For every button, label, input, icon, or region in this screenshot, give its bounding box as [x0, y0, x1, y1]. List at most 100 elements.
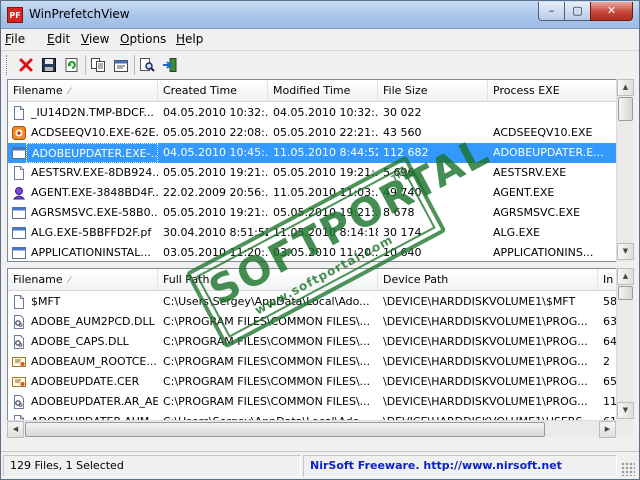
- cell-filename: ACDSEEQV10.EXE-62E...: [31, 126, 158, 139]
- column-label: Created Time: [163, 84, 237, 97]
- menu-help[interactable]: Help: [176, 32, 203, 46]
- cell-device-path: \DEVICE\HARDDISKVOLUME1\PROG...: [383, 355, 588, 368]
- scroll-left-arrow[interactable]: ◀: [7, 421, 24, 438]
- table-row[interactable]: _IU14D2N.TMP-BDCF... 04.05.2010 10:32:...…: [8, 103, 616, 123]
- window-title: WinPrefetchView: [29, 7, 130, 21]
- cell-file-size: 10 640: [383, 246, 422, 259]
- cell-process-exe: AESTSRV.EXE: [493, 166, 567, 179]
- table-row[interactable]: ALG.EXE-5BBFFD2F.pf 30.04.2010 8:51:52 11.…: [8, 223, 616, 243]
- bottom-list-scrollbar[interactable]: ▲ ▼: [616, 268, 634, 420]
- menu-options[interactable]: Options: [120, 32, 166, 46]
- delete-button[interactable]: [15, 54, 37, 76]
- column-header-full-path[interactable]: Full Path: [158, 269, 378, 291]
- cell-process-exe: AGRSMSVC.EXE: [493, 206, 581, 219]
- cell-file-size: 30 174: [383, 226, 422, 239]
- column-label: Filename: [13, 84, 63, 97]
- cell-filename: AESTSRV.EXE-8DB924...: [31, 166, 158, 179]
- column-header-process-exe[interactable]: Process EXE: [488, 80, 616, 102]
- cell-file-size: 30 022: [383, 106, 422, 119]
- floppy-disk-icon: [42, 58, 56, 72]
- cell-file-size: 49 740: [383, 186, 422, 199]
- column-header-in[interactable]: In: [598, 269, 616, 291]
- cell-filename: ALG.EXE-5BBFFD2F.pf: [31, 226, 152, 239]
- menu-bar: File Edit View Options Help: [1, 29, 639, 49]
- column-label: Full Path: [163, 273, 210, 286]
- properties-button[interactable]: [110, 54, 132, 76]
- table-row[interactable]: AGRSMSVC.EXE-58B0... 05.05.2010 19:21:...…: [8, 203, 616, 223]
- cell-file-size: 8 678: [383, 206, 415, 219]
- column-header-created-time[interactable]: Created Time: [158, 80, 268, 102]
- scroll-corner: [616, 420, 633, 437]
- prefetch-files-list[interactable]: Filename ⁄ Created Time Modified Time File S…: [7, 79, 617, 262]
- scroll-thumb[interactable]: [618, 286, 633, 300]
- scroll-down-arrow[interactable]: ▼: [617, 402, 634, 419]
- cell-full-path: C:\PROGRAM FILES\COMMON FILES\...: [163, 395, 371, 408]
- top-list-scrollbar[interactable]: ▲ ▼: [616, 79, 634, 262]
- app-icon: [12, 226, 26, 240]
- table-row[interactable]: ADOBEAUM_ROOTCE... C:\PROGRAM FILES\COMMO…: [8, 352, 616, 372]
- nirsoft-link[interactable]: NirSoft Freeware. http://www.nirsoft.net: [310, 459, 562, 472]
- table-row[interactable]: ADOBEUPDATE.CER C:\PROGRAM FILES\COMMON F…: [8, 372, 616, 392]
- close-button[interactable]: ✕: [590, 2, 633, 21]
- table-row[interactable]: ADOBE_AUM2PCD.DLL C:\PROGRAM FILES\COMMON…: [8, 312, 616, 332]
- menu-view[interactable]: View: [81, 32, 109, 46]
- table-row[interactable]: ADOBE_CAPS.DLL C:\PROGRAM FILES\COMMON FI…: [8, 332, 616, 352]
- toolbar-separator: [85, 55, 86, 75]
- cell-filename: AGRSMSVC.EXE-58B0...: [31, 206, 158, 219]
- table-row[interactable]: APPLICATIONINSTAL... 03.05.2010 11:20:...…: [8, 243, 616, 261]
- scroll-right-arrow[interactable]: ▶: [599, 421, 616, 438]
- status-count: 129 Files, 1 Selected: [3, 455, 301, 477]
- toolbar-grip[interactable]: [6, 55, 9, 75]
- menu-label: ptions: [129, 32, 167, 46]
- refresh-button[interactable]: [61, 54, 83, 76]
- menu-file[interactable]: File: [5, 32, 25, 46]
- column-header-file-size[interactable]: File Size: [378, 80, 488, 102]
- file-icon: [12, 166, 26, 180]
- table-row[interactable]: ACDSEEQV10.EXE-62E... 05.05.2010 22:08:..…: [8, 123, 616, 143]
- column-label: Process EXE: [493, 84, 560, 97]
- minimize-button[interactable]: –: [538, 2, 565, 21]
- hscroll-thumb[interactable]: [25, 422, 545, 437]
- copy-icon: [91, 58, 105, 72]
- column-header-modified-time[interactable]: Modified Time: [268, 80, 378, 102]
- cell-created-time: 05.05.2010 19:21:...: [163, 166, 268, 179]
- bottom-list-hscrollbar[interactable]: ◀ ▶: [7, 420, 617, 438]
- menu-accel: H: [176, 32, 186, 46]
- save-button[interactable]: [38, 54, 60, 76]
- maximize-button[interactable]: ▢: [564, 2, 591, 21]
- find-button[interactable]: [136, 54, 158, 76]
- scroll-up-arrow[interactable]: ▲: [617, 79, 634, 96]
- cell-created-time: 04.05.2010 10:45:...: [163, 146, 268, 159]
- app-icon[interactable]: PF: [7, 7, 23, 23]
- pane-splitter[interactable]: [7, 263, 633, 267]
- column-header-filename[interactable]: Filename ⁄: [8, 269, 158, 291]
- cell-filename: ADOBEUPDATE.CER: [31, 375, 140, 388]
- dll-icon: [12, 335, 26, 349]
- cell-in: 2: [603, 355, 610, 368]
- cell-modified-time: 11.05.2010 11:03:...: [273, 186, 378, 199]
- menu-edit[interactable]: Edit: [47, 32, 70, 46]
- cell-filename: ADOBEUPDATER.EXE-...: [26, 143, 158, 163]
- table-row[interactable]: AESTSRV.EXE-8DB924... 05.05.2010 19:21:..…: [8, 163, 616, 183]
- cell-device-path: \DEVICE\HARDDISKVOLUME1\$MFT: [383, 295, 576, 308]
- scroll-thumb[interactable]: [618, 97, 633, 121]
- table-row[interactable]: ADOBEUPDATER.AR_AE C:\PROGRAM FILES\COMMO…: [8, 392, 616, 412]
- copy-button[interactable]: [87, 54, 109, 76]
- scroll-down-arrow[interactable]: ▼: [617, 243, 634, 260]
- table-row[interactable]: AGENT.EXE-3848BD4F... 22.02.2009 20:56:..…: [8, 183, 616, 203]
- cell-modified-time: 05.05.2010 19:21:...: [273, 206, 378, 219]
- cell-full-path: C:\PROGRAM FILES\COMMON FILES\...: [163, 375, 371, 388]
- exit-button[interactable]: [159, 54, 181, 76]
- title-bar[interactable]: PF WinPrefetchView – ▢ ✕: [1, 1, 639, 29]
- table-row[interactable]: $MFT C:\Users\Sergey\AppData\Local\Ado...…: [8, 292, 616, 312]
- resize-grip[interactable]: [621, 462, 635, 476]
- cell-device-path: \DEVICE\HARDDISKVOLUME1\PROG...: [383, 315, 588, 328]
- table-row[interactable]: ADOBEUPDATER.EXE-... 04.05.2010 10:45:...…: [8, 143, 616, 163]
- column-header-filename[interactable]: Filename ⁄: [8, 80, 158, 102]
- column-header-device-path[interactable]: Device Path: [378, 269, 598, 291]
- acdsee-icon: [12, 126, 26, 140]
- scroll-up-arrow[interactable]: ▲: [617, 268, 634, 285]
- cell-device-path: \DEVICE\HARDDISKVOLUME1\PROG...: [383, 375, 588, 388]
- referenced-files-list[interactable]: Filename ⁄ Full Path Device Path In $MFT C:\U…: [7, 268, 617, 436]
- cell-process-exe: APPLICATIONINS...: [493, 246, 594, 259]
